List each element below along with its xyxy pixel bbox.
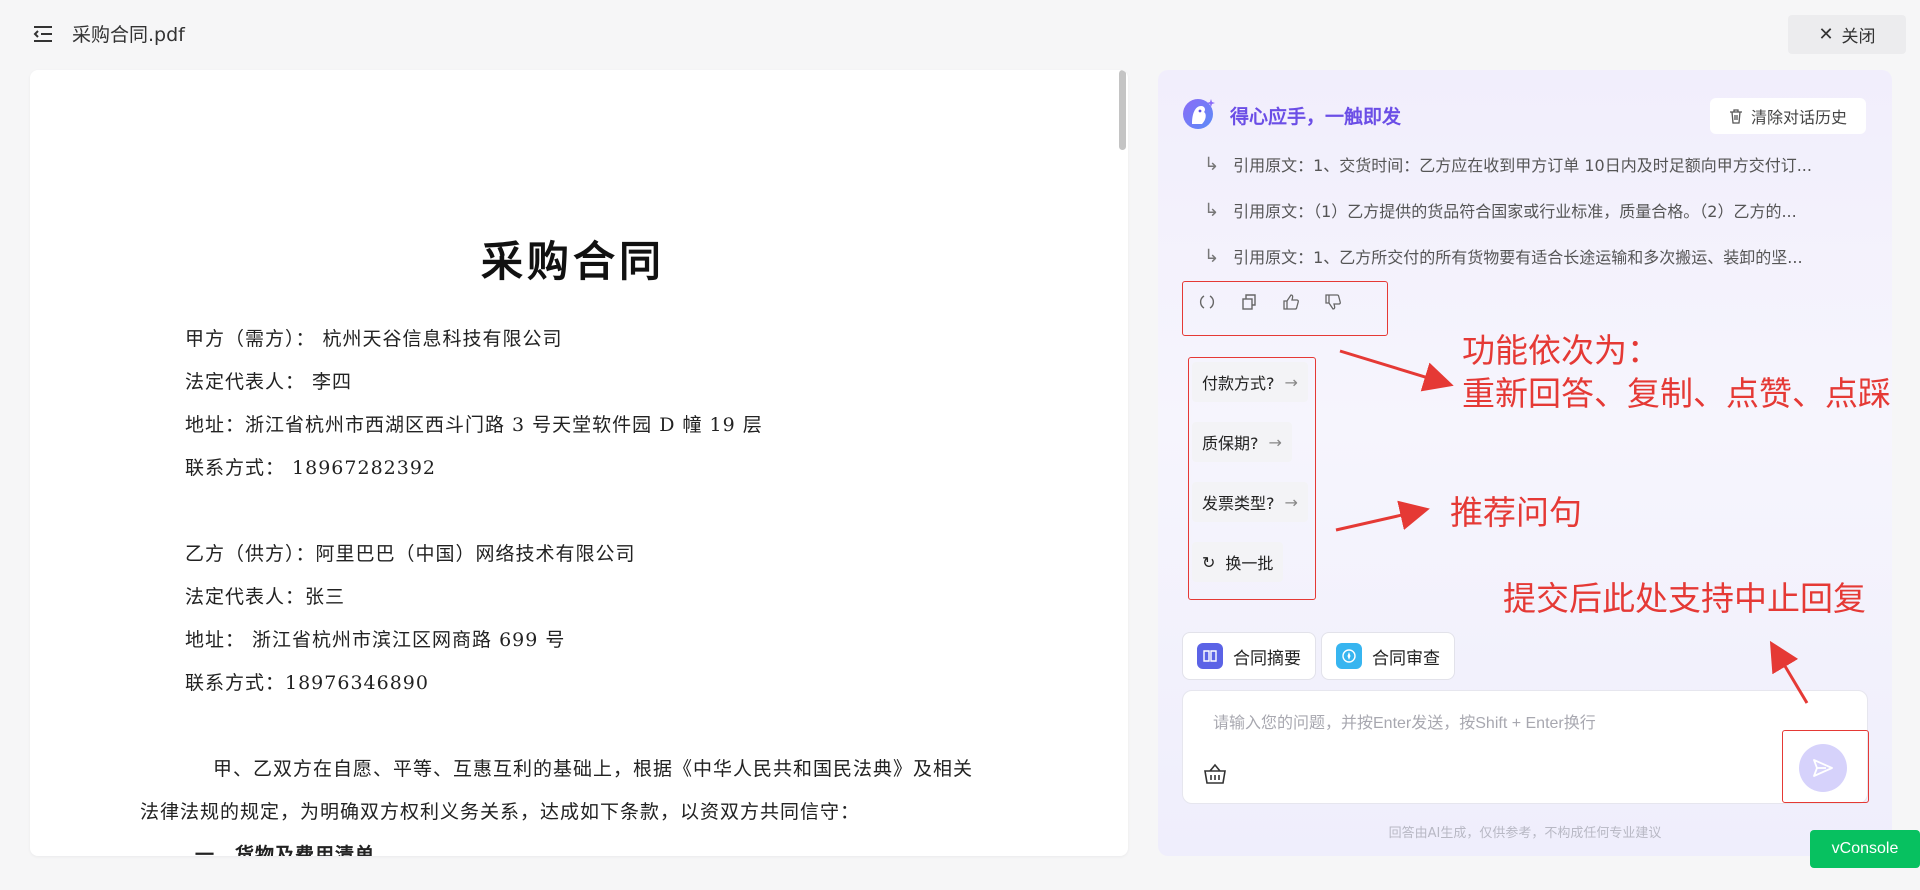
top-bar: 采购合同.pdf ✕ 关闭 [0, 0, 1920, 70]
doc-line: 甲、乙双方在自愿、平等、互惠互利的基础上，根据《中华人民共和国民法典》及相关 [213, 758, 974, 780]
doc-line: 法定代表人：张三 [185, 586, 346, 608]
close-icon: ✕ [1818, 23, 1834, 45]
doc-line: 联系方式：18976346890 [185, 672, 429, 694]
arrow-right-icon: → [1284, 372, 1298, 392]
annotation-send: 提交后此处支持中止回复 [1503, 579, 1866, 618]
assistant-brand-title: 得心应手，一触即发 [1230, 106, 1402, 128]
assistant-avatar-icon [1183, 99, 1215, 129]
copy-icon[interactable] [1240, 293, 1258, 311]
citation-link[interactable]: ↳ 引用原文：（1）乙方提供的货品符合国家或行业标准，质量合格。（2）乙方的..… [1204, 198, 1844, 222]
refresh-icon: ↻ [1202, 552, 1216, 572]
citation-link[interactable]: ↳ 引用原文：1、乙方所交付的所有货物要有适合长途运输和多次搬运、装卸的坚... [1204, 244, 1844, 268]
contract-review-button[interactable]: 合同审查 [1321, 632, 1455, 680]
scrollbar[interactable] [1118, 70, 1128, 856]
annotation-actions-desc: 重新回答、复制、点赞、点踩 [1462, 374, 1891, 413]
arrow-right-icon: → [1284, 492, 1298, 512]
citation-text: 引用原文：1、交货时间：乙方应在收到甲方订单 10日内及时足额向甲方交付订... [1233, 156, 1812, 175]
send-icon [1813, 759, 1833, 777]
menu-collapse-icon[interactable] [31, 22, 55, 46]
regenerate-icon[interactable] [1198, 293, 1216, 311]
contract-review-label: 合同审查 [1372, 648, 1440, 669]
clear-history-label: 清除对话历史 [1750, 108, 1847, 127]
suggested-question-label: 质保期? [1202, 434, 1259, 453]
chat-input[interactable] [1213, 709, 1773, 739]
close-button[interactable]: ✕ 关闭 [1788, 15, 1906, 54]
chat-input-box [1182, 690, 1868, 804]
contract-summary-button[interactable]: 合同摘要 [1182, 632, 1316, 680]
ai-assistant-panel: 得心应手，一触即发 清除对话历史 ↳ 引用原文：1、交货时间：乙方应在收到甲方订… [1158, 70, 1892, 856]
compass-icon [1336, 643, 1362, 669]
citation-link[interactable]: ↳ 引用原文：1、交货时间：乙方应在收到甲方订单 10日内及时足额向甲方交付订.… [1204, 152, 1844, 176]
contract-summary-label: 合同摘要 [1233, 648, 1301, 669]
annotation-actions-title: 功能依次为： [1462, 331, 1660, 370]
refresh-label: 换一批 [1225, 554, 1274, 573]
send-button[interactable] [1799, 744, 1847, 792]
doc-line: 联系方式： 18967282392 [185, 457, 437, 479]
document-viewer[interactable]: 采购合同 甲方（需方）： 杭州天谷信息科技有限公司 法定代表人： 李四 地址：浙… [30, 70, 1128, 856]
file-title: 采购合同.pdf [72, 24, 185, 46]
clear-history-button[interactable]: 清除对话历史 [1710, 98, 1866, 134]
thumbs-down-icon[interactable] [1324, 293, 1342, 311]
doc-line: 地址：浙江省杭州市西湖区西斗门路 3 号天堂软件园 D 幢 19 层 [185, 414, 763, 436]
reply-arrow-icon: ↳ [1204, 153, 1220, 175]
doc-line: 法定代表人： 李四 [185, 371, 353, 393]
ai-disclaimer: 回答由AI生成，仅供参考，不构成任何专业建议 [1388, 826, 1662, 841]
book-icon [1197, 643, 1223, 669]
doc-line: 甲方（需方）： 杭州天谷信息科技有限公司 [185, 328, 563, 350]
citation-text: 引用原文：（1）乙方提供的货品符合国家或行业标准，质量合格。（2）乙方的... [1233, 202, 1797, 221]
reply-arrow-icon: ↳ [1204, 245, 1220, 267]
scrollbar-thumb[interactable] [1119, 70, 1126, 150]
suggested-question[interactable]: 发票类型? → [1192, 482, 1308, 522]
suggested-question-label: 付款方式? [1202, 374, 1275, 393]
suggested-question[interactable]: 质保期? → [1192, 422, 1292, 462]
refresh-suggestions-button[interactable]: ↻ 换一批 [1192, 542, 1284, 582]
citation-text: 引用原文：1、乙方所交付的所有货物要有适合长途运输和多次搬运、装卸的坚... [1233, 248, 1803, 267]
trash-icon [1729, 108, 1742, 124]
arrow-right-icon: → [1268, 432, 1282, 452]
vconsole-button[interactable]: vConsole [1810, 830, 1920, 868]
close-label: 关闭 [1841, 27, 1876, 47]
basket-icon[interactable] [1203, 763, 1227, 785]
document-page: 采购合同 甲方（需方）： 杭州天谷信息科技有限公司 法定代表人： 李四 地址：浙… [30, 70, 1116, 856]
annotation-suggestions: 推荐问句 [1450, 493, 1582, 532]
document-title: 采购合同 [480, 237, 665, 286]
thumbs-up-icon[interactable] [1282, 293, 1300, 311]
reply-arrow-icon: ↳ [1204, 199, 1220, 221]
doc-section-heading: 一、货物及费用清单 [195, 844, 376, 856]
suggested-question-label: 发票类型? [1202, 494, 1275, 513]
suggested-question[interactable]: 付款方式? → [1192, 362, 1308, 402]
doc-line: 地址： 浙江省杭州市滨江区网商路 699 号 [185, 629, 566, 651]
doc-line: 乙方（供方）：阿里巴巴（中国）网络技术有限公司 [185, 543, 636, 565]
doc-line: 法律法规的规定，为明确双方权利义务关系，达成如下条款，以资双方共同信守： [140, 801, 861, 823]
